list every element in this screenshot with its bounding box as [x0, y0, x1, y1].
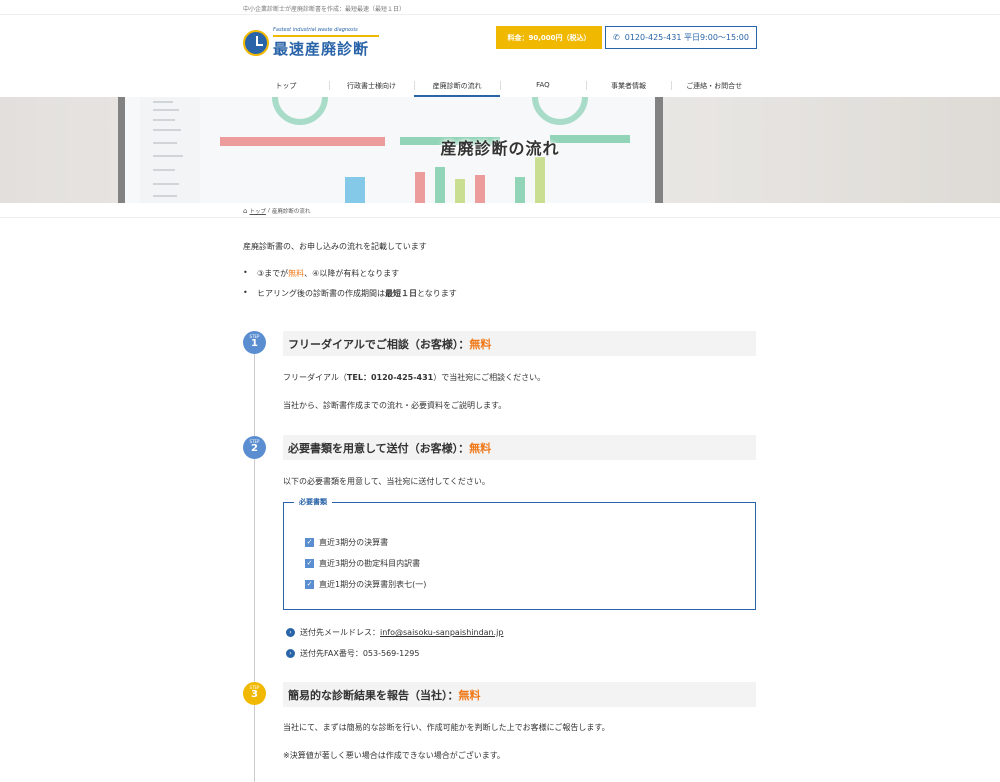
clock-icon	[243, 30, 269, 56]
step-1-title: フリーダイアルでご相談（お客様）： 無料	[283, 331, 756, 356]
step-3-title-text: 簡易的な診断結果を報告（当社）：	[288, 688, 459, 702]
mail-link[interactable]: info@saisoku-sanpaishindan.jp	[380, 628, 503, 637]
breadcrumb: ⌂ トップ / 産廃診断の流れ	[243, 207, 310, 215]
step-2-free-label: 無料	[469, 441, 492, 455]
site-header: Fastest industrial waste diagnosis 最速産廃診…	[243, 22, 757, 62]
required-docs-box: 必要書類 ✓ 直近3期分の決算書 ✓ 直近3期分の勘定科目内訳書 ✓ 直近1期分…	[283, 497, 756, 610]
nav-item-contact[interactable]: ご連絡・お問合せ	[671, 75, 757, 97]
mail-label: 送付先メールドレス：	[300, 628, 380, 637]
check-icon: ✓	[305, 580, 314, 589]
breadcrumb-current: 産廃診断の流れ	[271, 209, 311, 215]
main-nav: トップ 行政書士様向け 産廃診断の流れ FAQ 事業者情報 ご連絡・お問合せ	[243, 75, 757, 97]
breadcrumb-separator: /	[267, 208, 270, 214]
step-1-text-2: 当社から、診断書作成までの流れ・必要資料をご説明します。	[283, 401, 507, 410]
hero-banner: 産廃診断の流れ	[0, 97, 1000, 203]
page-title: 産廃診断の流れ	[440, 139, 560, 158]
arrow-right-circle-icon: ›	[286, 649, 295, 658]
top-bar: 中小企業診断士が産廃診断書を作成：最短最速（最短１日）	[0, 0, 1000, 15]
list-item: › 送付先FAX番号：053-569-1295	[286, 643, 503, 664]
price-button[interactable]: 料金：90,000円（税込）	[496, 26, 602, 49]
step-1-text-1: フリーダイアル（TEL：0120-425-431）で当社宛にご相談ください。	[283, 372, 545, 383]
step-1-text-1-post: ）で当社宛にご相談ください。	[433, 373, 546, 382]
bullet-dot: •	[243, 268, 248, 277]
step-1-phone-number: TEL：0120-425-431	[346, 373, 434, 382]
doc-item-2: 直近3期分の勘定科目内訳書	[319, 559, 421, 568]
step-2-number: 2	[251, 443, 258, 454]
breadcrumb-divider	[0, 217, 1000, 218]
phone-button-label: 0120-425-431 平日9:00〜15:00	[624, 33, 749, 42]
bullet-2-pre: ヒアリング後の診断書の作成期間は	[257, 289, 385, 298]
nav-item-company[interactable]: 事業者情報	[585, 75, 672, 97]
nav-item-top[interactable]: トップ	[243, 75, 329, 97]
step-2-title: 必要書類を用意して送付（お客様）： 無料	[283, 435, 756, 460]
step-3-number: 3	[251, 689, 258, 700]
top-bar-text: 中小企業診断士が産廃診断書を作成：最短最速（最短１日）	[243, 6, 406, 13]
list-item: ✓ 直近3期分の決算書	[305, 532, 426, 553]
step-3-text-1: 当社にて、まずは簡易的な診断を行い、作成可能かを判断した上でお客様にご報告します…	[283, 723, 610, 732]
bullet-1-pre: ③までが	[257, 269, 289, 278]
step-2-badge: STEP 2	[243, 436, 266, 459]
bullet-2-post: となります	[417, 289, 457, 298]
list-item: • ③までが 無料 、④以降が有料となります	[243, 268, 457, 288]
step-3-free-label: 無料	[458, 688, 481, 702]
step-2-title-text: 必要書類を用意して送付（お客様）：	[288, 441, 470, 455]
bullet-1-highlight: 無料	[288, 269, 305, 278]
step-1-badge: STEP 1	[243, 331, 266, 354]
site-logo[interactable]: Fastest industrial waste diagnosis 最速産廃診…	[243, 27, 393, 59]
fax-number: 送付先FAX番号：053-569-1295	[300, 649, 420, 658]
required-docs-list: ✓ 直近3期分の決算書 ✓ 直近3期分の勘定科目内訳書 ✓ 直近1期分の決算書別…	[305, 532, 426, 595]
list-item: › 送付先メールドレス： info@saisoku-sanpaishindan.…	[286, 622, 503, 643]
step-1-free-label: 無料	[469, 337, 492, 351]
logo-underline	[273, 35, 379, 37]
bullet-1-post: 、④以降が有料となります	[304, 269, 400, 278]
list-item: ✓ 直近3期分の勘定科目内訳書	[305, 553, 426, 574]
list-item: ✓ 直近1期分の決算書別表七(一)	[305, 574, 426, 595]
bullet-dot: •	[243, 288, 248, 297]
list-item: • ヒアリング後の診断書の作成期間は 最短１日 となります	[243, 288, 457, 308]
doc-item-3: 直近1期分の決算書別表七(一)	[319, 580, 427, 589]
step-3-badge: STEP 3	[243, 682, 266, 705]
nav-item-faq[interactable]: FAQ	[500, 75, 586, 97]
intro-text: 産廃診断書の、お申し込みの流れを記載しています	[243, 242, 427, 251]
nav-item-flow[interactable]: 産廃診断の流れ	[414, 75, 501, 97]
breadcrumb-home-link[interactable]: トップ	[249, 207, 266, 215]
logo-subtitle: Fastest industrial waste diagnosis	[273, 27, 358, 33]
required-docs-label: 必要書類	[294, 497, 332, 507]
nav-item-gyosei[interactable]: 行政書士様向け	[328, 75, 415, 97]
phone-button[interactable]: ✆ 0120-425-431 平日9:00〜15:00	[605, 26, 757, 49]
doc-item-1: 直近3期分の決算書	[319, 538, 389, 547]
send-destinations: › 送付先メールドレス： info@saisoku-sanpaishindan.…	[286, 622, 503, 664]
step-timeline	[254, 345, 255, 782]
arrow-right-circle-icon: ›	[286, 628, 295, 637]
step-1-title-text: フリーダイアルでご相談（お客様）：	[288, 337, 470, 351]
step-3-title: 簡易的な診断結果を報告（当社）： 無料	[283, 682, 756, 707]
bullet-2-highlight: 最短１日	[385, 289, 417, 298]
check-icon: ✓	[305, 559, 314, 568]
step-2-text-1: 以下の必要書類を用意して、当社宛に送付してください。	[283, 477, 490, 486]
phone-icon: ✆	[613, 33, 620, 42]
step-3-text-2: ※決算値が著しく悪い場合は作成できない場合がございます。	[283, 751, 505, 760]
home-icon: ⌂	[243, 207, 248, 215]
step-1-number: 1	[251, 338, 258, 349]
bullet-list: • ③までが 無料 、④以降が有料となります • ヒアリング後の診断書の作成期間…	[243, 268, 457, 308]
step-1-text-1-pre: フリーダイアル（	[283, 373, 347, 382]
logo-title: 最速産廃診断	[273, 40, 370, 58]
check-icon: ✓	[305, 538, 314, 547]
